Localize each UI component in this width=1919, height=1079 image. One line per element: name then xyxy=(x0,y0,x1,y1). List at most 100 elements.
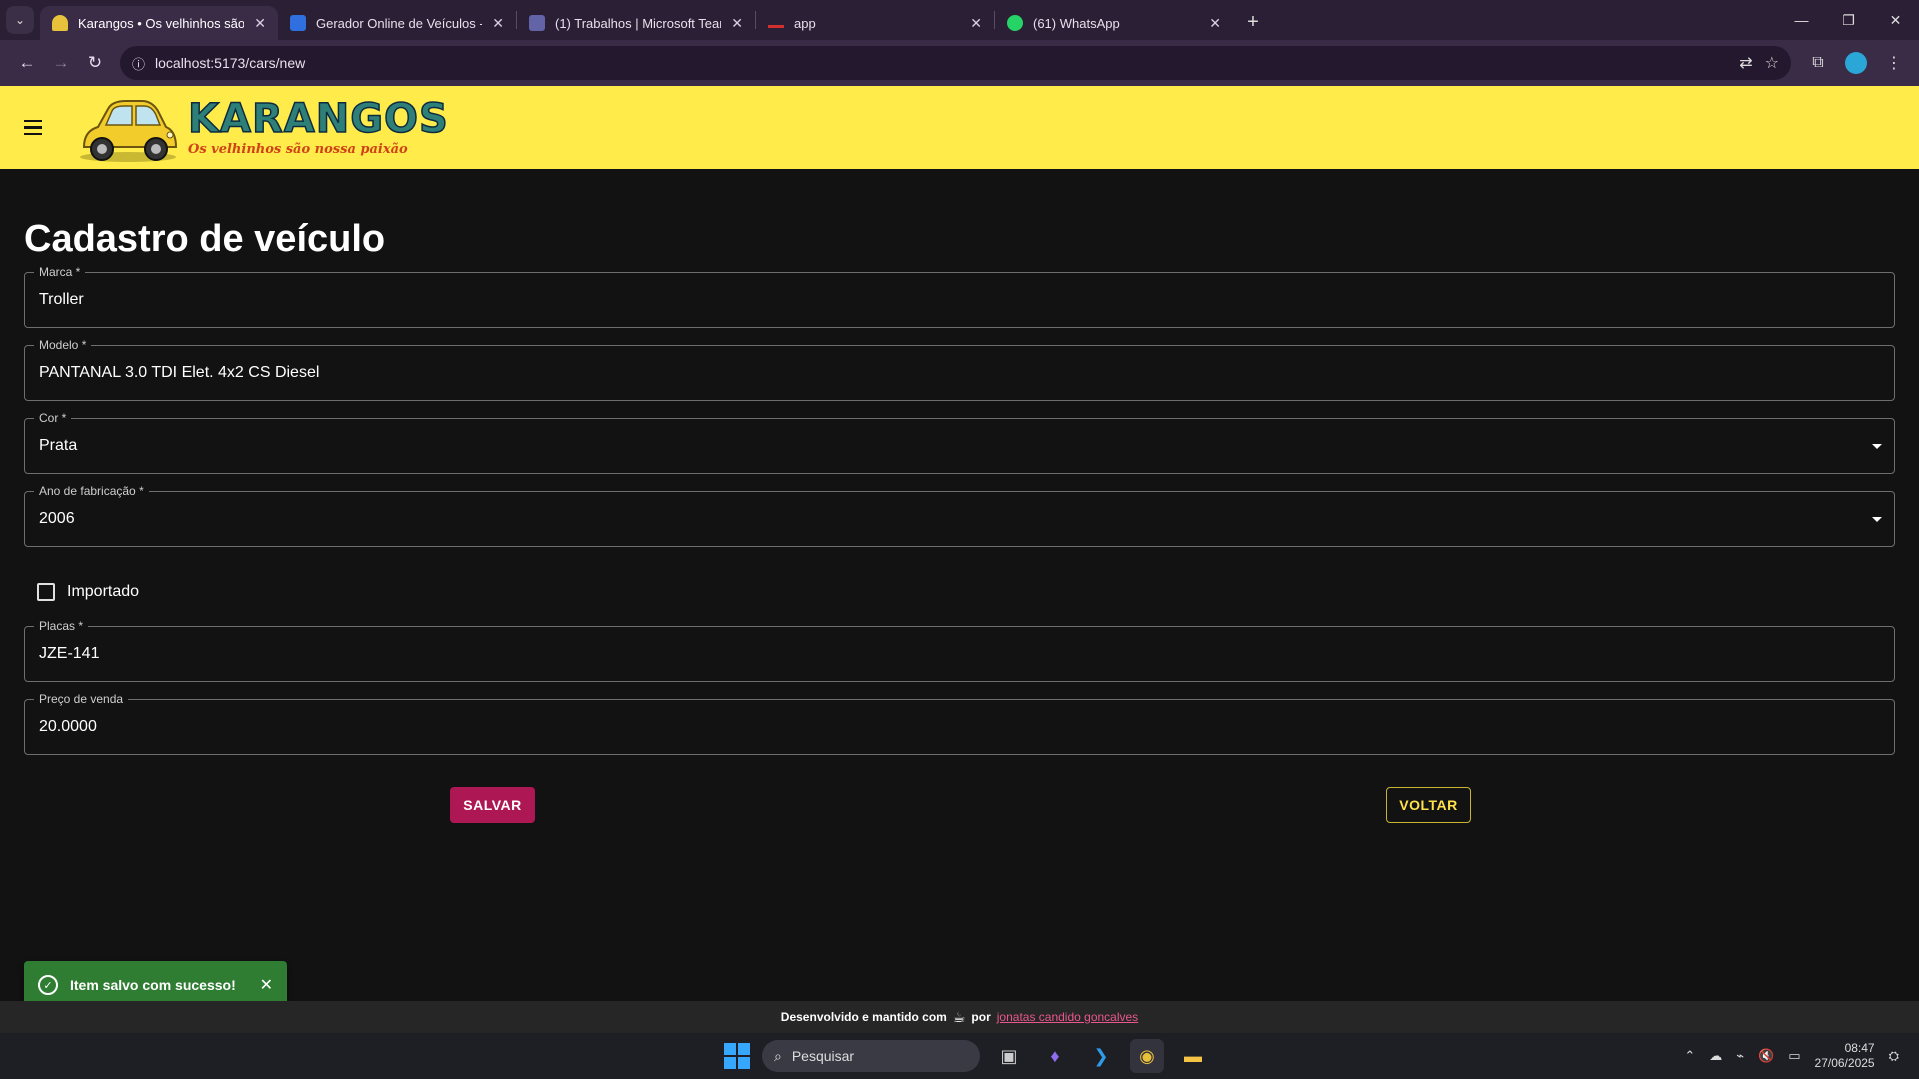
more-menu-icon[interactable]: ⋮ xyxy=(1879,48,1909,78)
teams-favicon-icon xyxy=(529,15,545,31)
taskbar-search[interactable]: ⌕ Pesquisar xyxy=(762,1040,980,1072)
omnibox-actions: ⇄ ☆ xyxy=(1739,53,1779,73)
notification-icon[interactable]: ⛭ xyxy=(1889,1048,1899,1064)
field-label: Cor * xyxy=(34,411,72,425)
back-button[interactable]: VOLTAR xyxy=(1386,787,1471,823)
bookmark-star-icon[interactable]: ☆ xyxy=(1765,53,1779,73)
extensions-puzzle-icon[interactable]: ⧉ xyxy=(1803,48,1833,78)
field-value: PANTANAL 3.0 TDI Elet. 4x2 CS Diesel xyxy=(39,364,320,381)
karangos-logo[interactable]: KARANGOS Os velhinhos são nossa paixão xyxy=(76,91,449,165)
app-footer: Desenvolvido e mantido com ☕ por jonatas… xyxy=(0,1001,1919,1033)
browser-tab-teams[interactable]: (1) Trabalhos | Microsoft Teams ✕ xyxy=(517,6,755,40)
clock-time: 08:47 xyxy=(1844,1041,1875,1055)
close-tab-icon[interactable]: ✕ xyxy=(492,15,504,32)
close-tab-icon[interactable]: ✕ xyxy=(254,15,266,32)
marca-field[interactable]: Marca * Troller xyxy=(24,265,1895,328)
app-favicon-icon xyxy=(768,19,784,28)
importado-checkbox[interactable] xyxy=(37,583,55,601)
field-label: Marca * xyxy=(34,265,86,279)
close-window-icon[interactable]: ✕ xyxy=(1872,0,1919,40)
main-content: Cadastro de veículo Marca * Troller Mode… xyxy=(24,169,1895,847)
new-tab-button[interactable]: + xyxy=(1239,8,1267,36)
network-icon[interactable]: ⌁ xyxy=(1736,1048,1744,1064)
hamburger-menu-icon[interactable] xyxy=(20,115,46,141)
profile-avatar[interactable] xyxy=(1845,52,1867,74)
vscode-icon[interactable]: ❯ xyxy=(1084,1039,1118,1073)
checkbox-label: Importado xyxy=(67,583,140,600)
chrome-icon[interactable]: ◉ xyxy=(1130,1039,1164,1073)
check-circle-icon: ✓ xyxy=(38,975,58,995)
author-link[interactable]: jonatas candido goncalves xyxy=(997,1010,1138,1024)
tab-title: Gerador Online de Veículos - 4D xyxy=(316,15,482,31)
dropdown-arrow-icon xyxy=(1872,517,1882,522)
browser-tab-whatsapp[interactable]: (61) WhatsApp ✕ xyxy=(995,6,1233,40)
volume-muted-icon[interactable]: 🔇 xyxy=(1758,1048,1774,1064)
chevron-down-icon: ⌄ xyxy=(14,13,26,27)
cloud-icon[interactable]: ☁ xyxy=(1709,1048,1722,1064)
field-label: Placas * xyxy=(34,619,89,633)
field-value: JZE-141 xyxy=(39,645,100,662)
file-explorer-icon[interactable]: ▬ xyxy=(1176,1039,1210,1073)
browser-toolbar: ← → ↻ ⓘ localhost:5173/cars/new ⇄ ☆ ⧉ ⋮ xyxy=(0,40,1919,86)
translate-icon[interactable]: ⇄ xyxy=(1739,53,1752,73)
search-icon: ⌕ xyxy=(774,1047,782,1064)
taskbar-apps: ⌕ Pesquisar ▣ ♦ ❯ ◉ ▬ xyxy=(724,1039,1210,1073)
browser-tab-app[interactable]: app ✕ xyxy=(756,6,994,40)
footer-by: por xyxy=(971,1010,991,1024)
close-tab-icon[interactable]: ✕ xyxy=(1209,15,1221,32)
address-bar[interactable]: ⓘ localhost:5173/cars/new ⇄ ☆ xyxy=(120,46,1791,80)
window-controls: — ❐ ✕ xyxy=(1778,0,1919,40)
gerador-favicon-icon xyxy=(290,15,306,31)
field-value: 20.0000 xyxy=(39,718,97,735)
yellow-car-icon xyxy=(80,99,178,162)
tab-title: (1) Trabalhos | Microsoft Teams xyxy=(555,15,722,31)
form-actions: SALVAR VOLTAR xyxy=(24,787,1895,847)
tab-title: app xyxy=(794,15,816,31)
tab-title: Karangos • Os velhinhos são no xyxy=(78,15,245,31)
karangos-favicon-icon xyxy=(52,15,68,31)
search-placeholder: Pesquisar xyxy=(791,1048,855,1064)
coffee-cup-icon: ☕ xyxy=(952,1008,966,1025)
placas-field[interactable]: Placas * JZE-141 xyxy=(24,619,1895,682)
minimize-icon[interactable]: — xyxy=(1778,0,1825,40)
app-header: KARANGOS Os velhinhos são nossa paixão xyxy=(0,86,1919,169)
toolbar-right: ⧉ ⋮ xyxy=(1803,48,1909,78)
browser-tab-karangos[interactable]: Karangos • Os velhinhos são no ✕ xyxy=(40,6,278,40)
field-label: Modelo * xyxy=(34,338,92,352)
close-tab-icon[interactable]: ✕ xyxy=(731,15,743,32)
windows-start-icon[interactable] xyxy=(724,1043,750,1069)
back-arrow-icon[interactable]: ← xyxy=(10,46,44,80)
whatsapp-favicon-icon xyxy=(1007,15,1023,31)
url-text: localhost:5173/cars/new xyxy=(155,55,306,71)
field-value: 2006 xyxy=(39,510,75,527)
task-view-icon[interactable]: ▣ xyxy=(992,1039,1026,1073)
battery-icon[interactable]: ▭ xyxy=(1788,1048,1800,1064)
site-info-icon[interactable]: ⓘ xyxy=(132,54,145,73)
save-button[interactable]: SALVAR xyxy=(450,787,535,823)
field-value: Troller xyxy=(39,291,84,308)
modelo-field[interactable]: Modelo * PANTANAL 3.0 TDI Elet. 4x2 CS D… xyxy=(24,338,1895,401)
tab-search-button[interactable]: ⌄ xyxy=(6,6,34,34)
close-tab-icon[interactable]: ✕ xyxy=(970,15,982,32)
field-value: Prata xyxy=(39,437,78,454)
app-name: KARANGOS xyxy=(187,96,449,142)
cor-select[interactable]: Cor * Prata xyxy=(24,411,1895,474)
logo-text: KARANGOS Os velhinhos são nossa paixão xyxy=(187,96,449,157)
chevron-up-icon[interactable]: ⌃ xyxy=(1684,1048,1695,1064)
forward-arrow-icon[interactable]: → xyxy=(44,46,78,80)
crystal-app-icon[interactable]: ♦ xyxy=(1038,1039,1072,1073)
field-label: Ano de fabricação * xyxy=(34,484,149,498)
snackbar-message: Item salvo com sucesso! xyxy=(70,977,236,993)
field-label: Preço de venda xyxy=(34,692,129,706)
preco-venda-field[interactable]: Preço de venda 20.0000 xyxy=(24,692,1895,755)
browser-tab-gerador[interactable]: Gerador Online de Veículos - 4D ✕ xyxy=(278,6,516,40)
browser-tab-strip: ⌄ Karangos • Os velhinhos são no ✕ Gerad… xyxy=(0,0,1919,40)
clock[interactable]: 08:47 27/06/2025 xyxy=(1815,1041,1875,1071)
footer-text: Desenvolvido e mantido com xyxy=(780,1010,947,1024)
tab-title: (61) WhatsApp xyxy=(1033,15,1120,31)
reload-icon[interactable]: ↻ xyxy=(78,46,112,80)
close-icon[interactable]: ✕ xyxy=(260,975,273,995)
restore-icon[interactable]: ❐ xyxy=(1825,0,1872,40)
page-title: Cadastro de veículo xyxy=(24,218,386,260)
ano-fabricacao-select[interactable]: Ano de fabricação * 2006 xyxy=(24,484,1895,547)
